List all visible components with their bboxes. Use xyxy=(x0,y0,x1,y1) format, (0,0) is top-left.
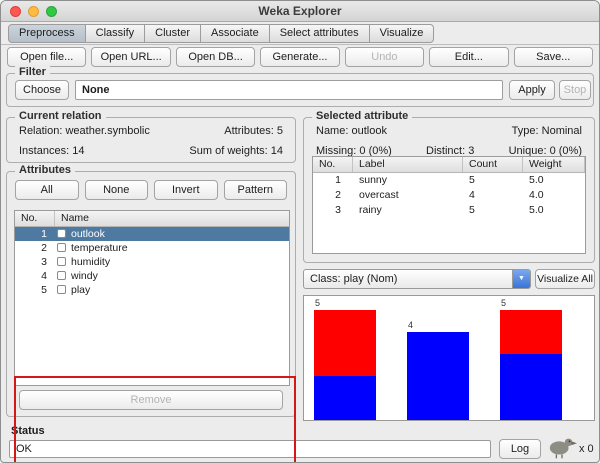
relation-name: Relation: weather.symbolic xyxy=(19,124,150,138)
attribute-row-temperature[interactable]: 2 temperature xyxy=(15,241,289,255)
visualize-all-button[interactable]: Visualize All xyxy=(535,269,595,289)
toolbar: Open file... Open URL... Open DB... Gene… xyxy=(7,47,593,67)
histogram-panel: 545 xyxy=(303,295,595,421)
attribute-name: outlook xyxy=(71,228,105,240)
attribute-name: temperature xyxy=(71,242,128,254)
tab-bar: Preprocess Classify Cluster Associate Se… xyxy=(8,24,434,43)
tab-preprocess[interactable]: Preprocess xyxy=(8,24,86,43)
attributes-table: No. Name 1 outlook 2 temperature 3 humid… xyxy=(14,210,290,386)
attribute-row-play[interactable]: 5 play xyxy=(15,283,289,297)
attributes-count: Attributes: 5 xyxy=(224,124,283,138)
class-selector-combo[interactable]: Class: play (Nom) ▼ xyxy=(303,269,531,289)
histogram-bar-rainy: 5 xyxy=(500,310,562,420)
instances-count: Instances: 14 xyxy=(19,144,84,158)
bar-segment-class-no xyxy=(500,310,562,354)
histogram-bar-overcast: 4 xyxy=(407,332,469,420)
histogram-bar-sunny: 5 xyxy=(314,310,376,420)
value-row-overcast: 2 overcast 4 4.0 xyxy=(313,188,585,203)
weka-bird-icon xyxy=(547,434,577,460)
window-title: Weka Explorer xyxy=(1,1,599,22)
bar-segment-class-yes xyxy=(314,376,376,420)
histogram-bar-count: 4 xyxy=(408,320,413,330)
current-relation-title: Current relation xyxy=(15,110,106,122)
invert-button[interactable]: Invert xyxy=(154,180,218,200)
save-button[interactable]: Save... xyxy=(514,47,593,67)
selected-attribute-title: Selected attribute xyxy=(312,110,412,122)
undo-button[interactable]: Undo xyxy=(345,47,424,67)
attribute-name: humidity xyxy=(71,256,110,268)
stop-filter-button[interactable]: Stop xyxy=(559,80,591,100)
open-db-button[interactable]: Open DB... xyxy=(176,47,255,67)
status-field: OK xyxy=(9,440,491,458)
weka-status-count: x 0 xyxy=(579,443,594,455)
attribute-checkbox[interactable] xyxy=(57,257,66,266)
attribute-row-outlook[interactable]: 1 outlook xyxy=(15,227,289,241)
tab-cluster[interactable]: Cluster xyxy=(145,24,201,43)
tab-visualize[interactable]: Visualize xyxy=(370,24,435,43)
attribute-row-windy[interactable]: 4 windy xyxy=(15,269,289,283)
log-button[interactable]: Log xyxy=(499,439,541,459)
apply-filter-button[interactable]: Apply xyxy=(509,80,555,100)
tab-associate[interactable]: Associate xyxy=(201,24,270,43)
value-row-rainy: 3 rainy 5 5.0 xyxy=(313,203,585,218)
attribute-row-humidity[interactable]: 3 humidity xyxy=(15,255,289,269)
selected-attribute-panel: Selected attribute Name: outlook Type: N… xyxy=(303,117,595,263)
bar-segment-class-no xyxy=(314,310,376,376)
title-bar: Weka Explorer xyxy=(1,1,599,22)
weka-explorer-window: Weka Explorer Preprocess Classify Cluste… xyxy=(0,0,600,463)
attribute-type-stat: Type: Nominal xyxy=(512,124,582,138)
value-row-sunny: 1 sunny 5 5.0 xyxy=(313,173,585,188)
open-url-button[interactable]: Open URL... xyxy=(91,47,170,67)
status-title: Status xyxy=(11,425,45,437)
all-button[interactable]: All xyxy=(15,180,79,200)
attribute-values-table: No. Label Count Weight 1 sunny 5 5.0 2 o… xyxy=(312,156,586,254)
open-file-button[interactable]: Open file... xyxy=(7,47,86,67)
tab-classify[interactable]: Classify xyxy=(86,24,146,43)
class-selector-value: Class: play (Nom) xyxy=(310,273,397,285)
attribute-name: windy xyxy=(71,270,98,282)
attribute-checkbox[interactable] xyxy=(57,271,66,280)
bar-segment-class-yes xyxy=(407,332,469,420)
remove-button[interactable]: Remove xyxy=(19,390,283,410)
attribute-checkbox[interactable] xyxy=(57,229,66,238)
attribute-checkbox[interactable] xyxy=(57,243,66,252)
attribute-checkbox[interactable] xyxy=(57,285,66,294)
chevron-down-icon[interactable]: ▼ xyxy=(512,270,530,288)
filter-panel-title: Filter xyxy=(15,66,50,78)
attributes-panel-title: Attributes xyxy=(15,164,75,176)
filter-value-field[interactable]: None xyxy=(75,80,503,100)
edit-button[interactable]: Edit... xyxy=(429,47,508,67)
attributes-panel: Attributes All None Invert Pattern No. N… xyxy=(6,171,296,417)
current-relation-panel: Current relation Relation: weather.symbo… xyxy=(6,117,296,163)
sum-of-weights: Sum of weights: 14 xyxy=(189,144,283,158)
generate-button[interactable]: Generate... xyxy=(260,47,339,67)
attribute-values-header: No. Label Count Weight xyxy=(313,157,585,173)
histogram-bar-count: 5 xyxy=(501,298,506,308)
pattern-button[interactable]: Pattern xyxy=(224,180,288,200)
attributes-table-header: No. Name xyxy=(15,211,289,227)
filter-panel: Filter Choose None Apply Stop xyxy=(6,73,594,107)
tab-divider xyxy=(1,44,599,45)
attribute-name-stat: Name: outlook xyxy=(316,124,387,138)
attribute-name: play xyxy=(71,284,90,296)
choose-filter-button[interactable]: Choose xyxy=(15,80,69,100)
bar-segment-class-yes xyxy=(500,354,562,420)
histogram-bar-count: 5 xyxy=(315,298,320,308)
tab-select-attributes[interactable]: Select attributes xyxy=(270,24,370,43)
none-button[interactable]: None xyxy=(85,180,149,200)
